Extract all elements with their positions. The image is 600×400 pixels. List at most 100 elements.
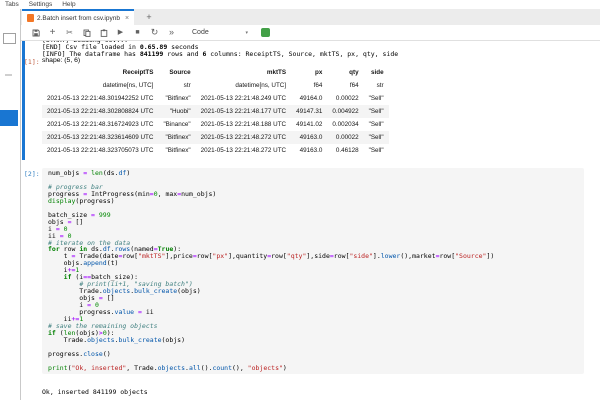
table-cell: 49163.0: [291, 131, 327, 144]
table-cell: "Sell": [364, 144, 389, 157]
table-cell: Source: [158, 66, 195, 79]
table-cell: str: [158, 79, 195, 92]
table-row: 2021-05-13 22:21:48.301942252 UTC"Bitfin…: [42, 92, 389, 105]
table-cell: 2021-05-13 22:21:48.272 UTC: [196, 131, 291, 144]
new-tab-button[interactable]: +: [141, 9, 157, 25]
sidebar-panel-box[interactable]: [3, 33, 16, 44]
table-cell: "Sell": [364, 105, 389, 118]
chevron-down-icon: ▾: [245, 30, 248, 36]
text-line: [INFO] The dataframe has 841199 rows and…: [42, 51, 398, 58]
dataframe-shape-label: shape: (5, 6): [42, 57, 80, 64]
paste-cells-icon[interactable]: [99, 29, 108, 37]
cell-type-dropdown[interactable]: Code ▾: [192, 29, 248, 36]
sidebar-divider-dash: [5, 74, 12, 76]
table-cell: mktTS: [196, 66, 291, 79]
copy-cells-icon[interactable]: [82, 29, 91, 37]
table-cell: "Binance": [158, 118, 195, 131]
dataframe-table: ReceiptTSSourcemktTSpxqtysidedatetime[ns…: [42, 66, 389, 157]
text-line: t = Trade(date=row["mktTS"],price=row["p…: [48, 253, 578, 260]
table-cell: 49163.0: [291, 144, 327, 157]
text-line: progress = IntProgress(min=0, max=num_ob…: [48, 191, 578, 198]
notebook-icon: [27, 14, 34, 22]
cell-type-value: Code: [192, 29, 209, 36]
table-row: 2021-05-13 22:21:48.323705073 UTC"Bitfin…: [42, 144, 389, 157]
text-line: i = 0: [48, 226, 578, 233]
cut-cells-icon[interactable]: ✂: [65, 28, 74, 37]
table-cell: 2021-05-13 22:21:48.272 UTC: [196, 144, 291, 157]
notebook-toolbar: + ✂ ▶ ■ ↻ » Code ▾: [21, 25, 600, 41]
table-cell: 49164.0: [291, 92, 327, 105]
table-cell: 2021-05-13 22:21:48.249 UTC: [196, 92, 291, 105]
table-cell: f64: [327, 79, 363, 92]
table-cell: f64: [291, 79, 327, 92]
text-line: progress.close(): [48, 351, 578, 358]
text-line: Trade.objects.bulk_create(objs): [48, 288, 578, 295]
table-cell: 49147.31: [291, 105, 327, 118]
table-cell: "Huobi": [158, 105, 195, 118]
table-cell: "Sell": [364, 92, 389, 105]
text-line: # save the remaining objects: [48, 323, 578, 330]
table-cell: qty: [327, 66, 363, 79]
table-cell: 2021-05-13 22:21:48.177 UTC: [196, 105, 291, 118]
notebook-tab[interactable]: 2.Batch insert from csv.ipynb ×: [22, 9, 134, 25]
tab-bar: 2.Batch insert from csv.ipynb × +: [21, 9, 600, 25]
text-line: print("Ok, inserted", Trade.objects.all(…: [48, 365, 578, 372]
text-line: objs = []: [48, 219, 578, 226]
text-line: objs = []: [48, 295, 578, 302]
table-cell: 0.002034: [327, 118, 363, 131]
text-line: Trade.objects.bulk_create(objs): [48, 337, 578, 344]
table-cell: 2021-05-13 22:21:48.301942252 UTC: [42, 92, 158, 105]
code-editor[interactable]: num_objs = len(ds.df) # progress barprog…: [42, 168, 584, 374]
table-cell: 2021-05-13 22:21:48.302808824 UTC: [42, 105, 158, 118]
table-cell: 0.004922: [327, 105, 363, 118]
table-cell: 2021-05-13 22:21:48.323705073 UTC: [42, 144, 158, 157]
table-cell: px: [291, 66, 327, 79]
text-line: [48, 177, 578, 184]
kernel-badge-icon[interactable]: [261, 28, 270, 37]
sidebar-scroll-indicator[interactable]: [0, 110, 18, 126]
run-all-icon[interactable]: »: [167, 28, 176, 37]
table-cell: 2021-05-13 22:21:48.188 UTC: [196, 118, 291, 131]
text-line: display(progress): [48, 198, 578, 205]
table-cell: "Bitfinex": [158, 144, 195, 157]
input-prompt: [2]:: [24, 170, 40, 178]
final-stdout-output: Ok, inserted 841199 objects: [42, 388, 148, 396]
restart-kernel-icon[interactable]: ↻: [150, 28, 159, 37]
notebook-content: [START] Loading csv...[END] Csv file loa…: [21, 41, 600, 400]
table-cell: ReceiptTS: [42, 66, 158, 79]
table-cell: "Bitfinex": [158, 131, 195, 144]
save-icon[interactable]: [31, 29, 40, 37]
table-cell: "Sell": [364, 131, 389, 144]
table-cell: "Bitfinex": [158, 92, 195, 105]
text-line: [48, 205, 578, 212]
code-cell[interactable]: num_objs = len(ds.df) # progress barprog…: [42, 168, 584, 374]
tab-title: 2.Batch insert from csv.ipynb: [37, 15, 120, 22]
table-cell: "Sell": [364, 118, 389, 131]
table-cell: side: [364, 66, 389, 79]
table-cell: datetime[ns, UTC]: [42, 79, 158, 92]
stdout-output: [START] Loading csv...[END] Csv file loa…: [42, 41, 398, 59]
table-cell: 0.00022: [327, 92, 363, 105]
text-line: num_objs = len(ds.df): [48, 170, 578, 177]
text-line: batch_size = 999: [48, 212, 578, 219]
text-line: progress.value = ii: [48, 309, 578, 316]
menu-item-tabs[interactable]: Tabs: [5, 1, 19, 8]
table-cell: datetime[ns, UTC]: [196, 79, 291, 92]
table-cell: 0.00022: [327, 131, 363, 144]
interrupt-kernel-icon[interactable]: ■: [133, 28, 142, 37]
tab-close-icon[interactable]: ×: [125, 15, 129, 22]
menu-item-settings[interactable]: Settings: [29, 1, 53, 8]
table-cell: 49141.02: [291, 118, 327, 131]
menu-item-help[interactable]: Help: [62, 1, 75, 8]
table-cell: 2021-05-13 22:21:48.323614609 UTC: [42, 131, 158, 144]
table-row: 2021-05-13 22:21:48.302808824 UTC"Huobi"…: [42, 105, 389, 118]
table-row: 2021-05-13 22:21:48.316724923 UTC"Binanc…: [42, 118, 389, 131]
table-cell: 2021-05-13 22:21:48.316724923 UTC: [42, 118, 158, 131]
left-sidebar: [0, 9, 21, 400]
output-prompt: [1]:: [24, 58, 40, 66]
add-cell-icon[interactable]: +: [48, 28, 57, 37]
table-cell: str: [364, 79, 389, 92]
text-line: [48, 344, 578, 351]
run-cell-icon[interactable]: ▶: [116, 28, 125, 37]
table-row: datetime[ns, UTC]strdatetime[ns, UTC]f64…: [42, 79, 389, 92]
